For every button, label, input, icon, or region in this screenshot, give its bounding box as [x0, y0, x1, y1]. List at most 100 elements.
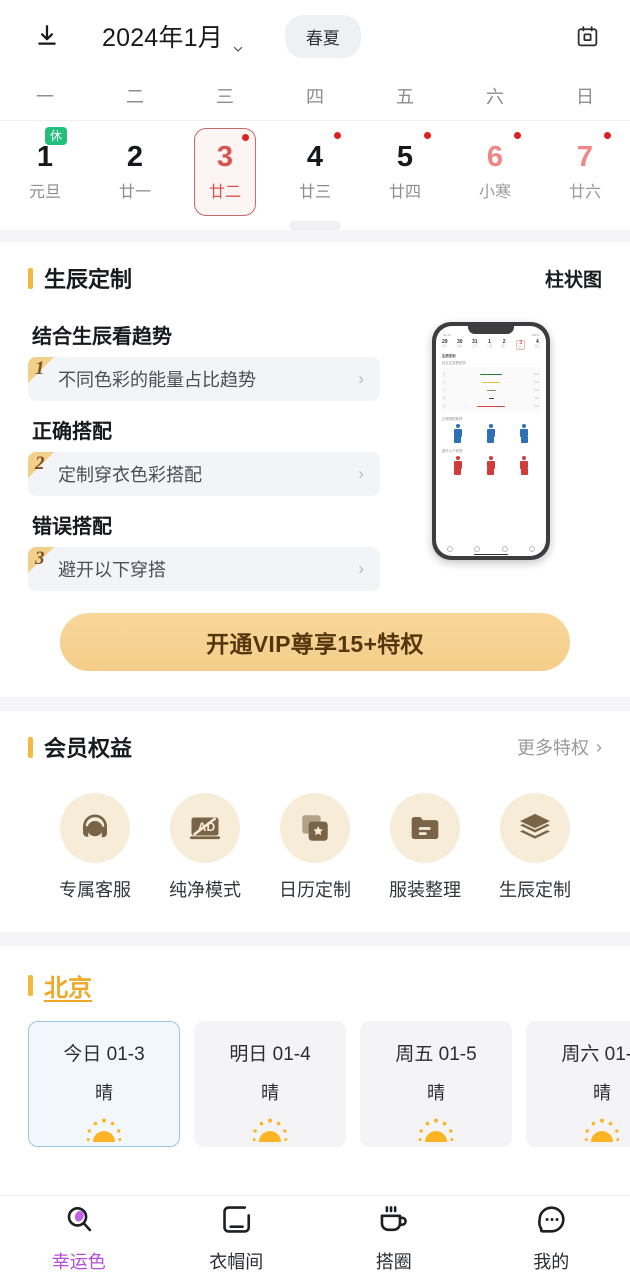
weather-card-row[interactable]: 今日 01-3 晴 明日 01-4 晴 周五 01-5 晴 周六 01 晴 — [28, 1007, 630, 1147]
day-number: 2 — [126, 140, 144, 173]
accent-bar-icon — [28, 267, 33, 289]
more-benefits-label: 更多特权 — [517, 738, 589, 758]
tab-wardrobe[interactable]: 衣帽间 — [158, 1203, 316, 1274]
phone-tabbar — [436, 546, 546, 552]
day-cell[interactable]: 7 廿六 — [554, 128, 616, 216]
calendar-star-icon — [280, 793, 350, 863]
benefits-header: 会员权益 更多特权 › — [28, 711, 602, 769]
calendar-icon[interactable] — [570, 19, 604, 53]
chart-cat-4: 水 — [443, 405, 446, 409]
day-cell[interactable]: 休 1 元旦 — [14, 127, 76, 216]
calendar-drag-handle[interactable] — [289, 221, 341, 230]
chart-bar-track — [453, 389, 529, 392]
phone-person — [510, 456, 539, 477]
benefits-grid: 专属客服 AD 纯净模式 日历定制 服装整理 生辰定制 — [28, 769, 602, 932]
wardrobe-icon — [220, 1203, 253, 1241]
chart-bar-track — [453, 373, 529, 376]
sun-icon — [584, 1118, 620, 1144]
chart-bar-track — [453, 381, 529, 384]
weather-card[interactable]: 明日 01-4 晴 — [194, 1021, 346, 1147]
vip-upgrade-button[interactable]: 开通VIP尊享15+特权 — [60, 613, 570, 671]
chart-type-label[interactable]: 柱状图 — [545, 265, 602, 292]
item-label: 不同色彩的能量占比趋势 — [58, 370, 256, 390]
headset-icon — [60, 793, 130, 863]
phone-status-time: 09:43 — [443, 333, 451, 337]
phone-date-sub: 廿二 — [518, 345, 524, 349]
benefit-item[interactable]: 服装整理 — [370, 793, 480, 902]
phone-notch — [468, 326, 514, 334]
city-name[interactable]: 北京 — [44, 968, 92, 1003]
benefit-item[interactable]: 日历定制 — [260, 793, 370, 902]
benefit-item[interactable]: 专属客服 — [40, 793, 150, 902]
chart-row: 金 6% — [443, 394, 539, 402]
weather-card[interactable]: 周五 01-5 晴 — [360, 1021, 512, 1147]
day-sublabel: 廿六 — [568, 184, 601, 202]
tab-outfit-circle[interactable]: 搭圈 — [315, 1203, 473, 1274]
tab-lucky-color[interactable]: 幸运色 — [0, 1203, 158, 1274]
weather-day: 周五 01-5 — [395, 1044, 477, 1065]
figure-icon — [486, 456, 495, 476]
chart-cat-0: 木 — [443, 373, 446, 377]
phone-person — [443, 456, 472, 477]
birth-custom-section: 生辰定制 柱状图 结合生辰看趋势 1 不同色彩的能量占比趋势 › 正确搭配 2 … — [0, 242, 630, 697]
date-row: 休 1 元旦 2 廿一 3 廿二 4 廿三 5 廿四 6 小寒 7 廿六 — [0, 121, 630, 219]
day-cell[interactable]: 2 廿一 — [104, 128, 166, 216]
tab-label: 幸运色 — [51, 1251, 106, 1272]
weather-card[interactable]: 周六 01-6 晴 — [526, 1021, 630, 1147]
phone-person — [510, 424, 539, 445]
birth-custom-header: 生辰定制 柱状图 — [28, 242, 602, 300]
no-ads-icon: AD — [170, 793, 240, 863]
bottom-tabbar: 幸运色 衣帽间 搭圈 我的 — [0, 1195, 630, 1280]
section-divider — [0, 932, 630, 946]
weekday-6: 日 — [576, 87, 594, 107]
profile-bubble-icon — [535, 1203, 568, 1241]
download-icon[interactable] — [30, 19, 64, 53]
day-cell[interactable]: 6 小寒 — [464, 128, 526, 216]
chart-val-1: 22% — [533, 380, 539, 384]
weekday-5: 六 — [486, 87, 504, 107]
month-selector[interactable]: 2024年1月 — [102, 18, 243, 54]
chevron-right-icon: › — [596, 736, 602, 757]
weather-section: 北京 今日 01-3 晴 明日 01-4 晴 周五 01-5 晴 周六 01 晴 — [0, 946, 630, 1147]
group-heading: 错误搭配 — [32, 516, 112, 538]
day-number: 3 — [216, 140, 234, 173]
tab-profile[interactable]: 我的 — [473, 1203, 630, 1274]
day-cell-selected[interactable]: 3 廿二 — [194, 128, 256, 216]
more-benefits-link[interactable]: 更多特权 › — [517, 734, 602, 760]
chart-bar-track — [453, 405, 529, 408]
birth-custom-item[interactable]: 1 不同色彩的能量占比趋势 › — [28, 357, 380, 401]
phone-tab-icon — [446, 546, 453, 552]
chevron-right-icon: › — [358, 464, 364, 483]
season-chip[interactable]: 春夏 — [284, 14, 361, 58]
chart-bar-3 — [488, 397, 494, 400]
birth-custom-item[interactable]: 2 定制穿衣色彩搭配 › — [28, 452, 380, 496]
benefits-section: 会员权益 更多特权 › 专属客服 AD 纯净模式 日历定制 服装整理 生辰定制 — [0, 711, 630, 932]
birth-custom-item[interactable]: 3 避开以下穿搭 › — [28, 547, 380, 591]
tab-label: 我的 — [533, 1251, 570, 1272]
section-title: 生辰定制 — [44, 267, 133, 292]
day-number: 1 — [36, 140, 54, 173]
weather-day: 明日 01-4 — [229, 1044, 311, 1065]
coffee-cup-icon — [377, 1203, 410, 1241]
weather-card[interactable]: 今日 01-3 晴 — [28, 1021, 180, 1147]
item-number: 2 — [35, 453, 45, 474]
phone-tab-icon — [474, 546, 481, 552]
event-dot-icon — [334, 132, 341, 139]
day-sublabel: 廿三 — [298, 184, 331, 202]
day-cell[interactable]: 4 廿三 — [284, 128, 346, 216]
chevron-down-icon — [232, 33, 243, 52]
weather-day: 周六 01-6 — [561, 1044, 630, 1065]
phone-date: 4 廿三 — [535, 339, 540, 350]
chart-bar-1 — [482, 381, 500, 384]
figure-icon — [520, 456, 529, 476]
phone-person — [476, 456, 505, 477]
chart-val-4: 34% — [533, 404, 539, 408]
benefit-item[interactable]: 生辰定制 — [480, 793, 590, 902]
city-header[interactable]: 北京 — [28, 946, 602, 1007]
day-cell[interactable]: 5 廿四 — [374, 128, 436, 216]
day-number: 7 — [576, 140, 594, 173]
phone-date: 31 三十 — [472, 339, 478, 350]
figure-icon — [486, 424, 495, 444]
benefit-item[interactable]: AD 纯净模式 — [150, 793, 260, 902]
tab-label: 搭圈 — [375, 1251, 412, 1272]
